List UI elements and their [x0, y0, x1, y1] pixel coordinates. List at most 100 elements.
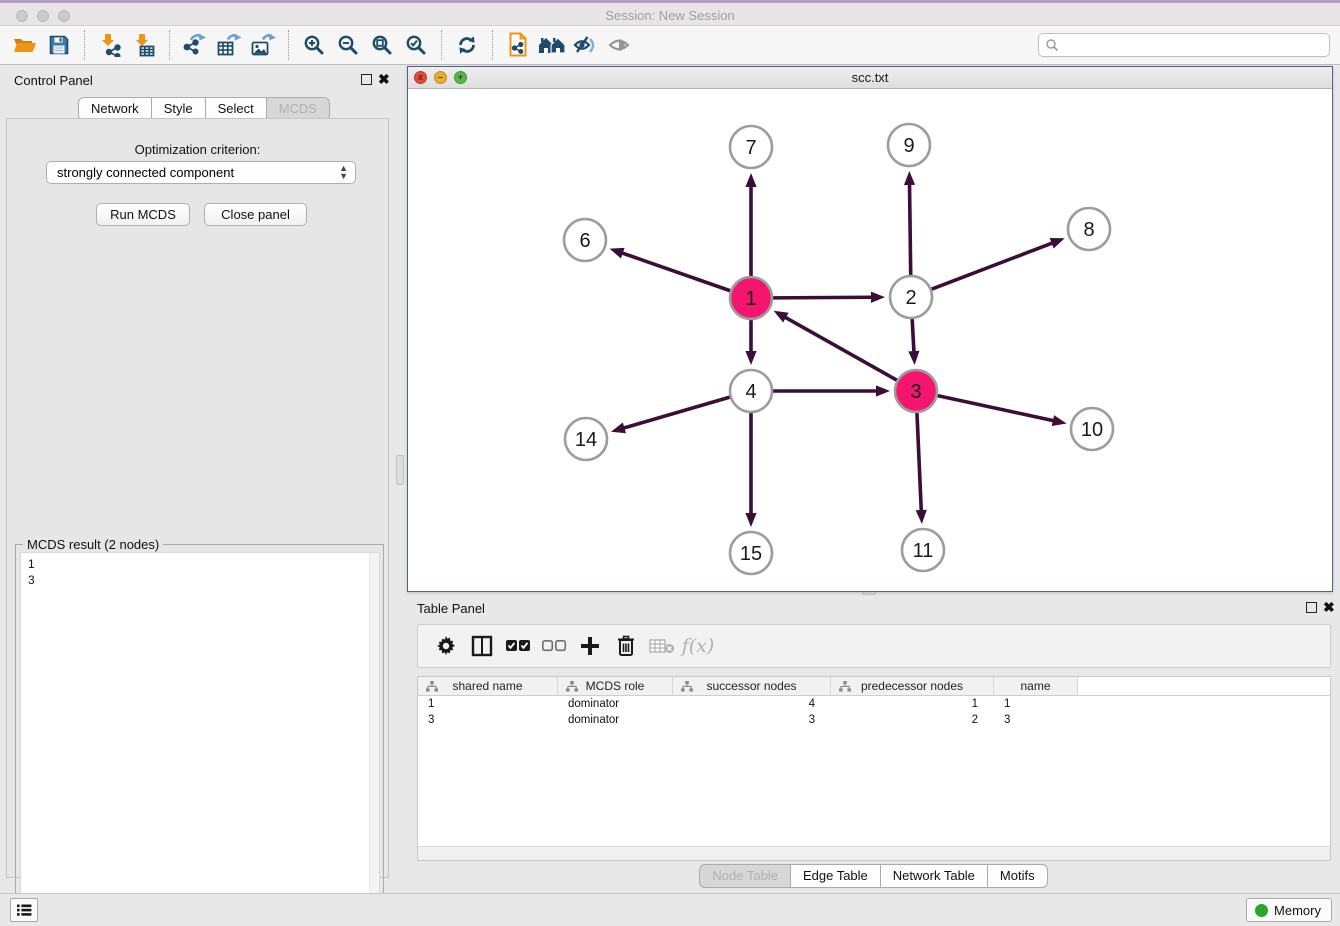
- graph-node-4[interactable]: 4: [730, 370, 772, 412]
- dropdown-stepper-icon: ▲▼: [339, 164, 348, 180]
- zoom-selected-icon[interactable]: [399, 29, 433, 61]
- table-row[interactable]: 1dominator411: [418, 696, 1330, 712]
- graph-node-9[interactable]: 9: [888, 124, 930, 166]
- edge-4-15[interactable]: [745, 413, 756, 527]
- search-input[interactable]: [1059, 36, 1329, 54]
- hide-details-icon[interactable]: [569, 29, 603, 61]
- table-scrollbar-track[interactable]: [418, 846, 1330, 860]
- cell-mcds-role: dominator: [558, 696, 673, 712]
- zoom-in-icon[interactable]: [297, 29, 331, 61]
- column-header-successor-nodes[interactable]: successor nodes: [673, 677, 831, 695]
- open-file-icon[interactable]: [8, 29, 42, 61]
- export-network-icon[interactable]: [178, 29, 212, 61]
- network-canvas[interactable]: 1 2 3 4 6 7 8 9 10 11 14 15: [408, 89, 1332, 591]
- edge-4-3[interactable]: [773, 385, 890, 396]
- node-label: 7: [745, 137, 756, 159]
- edge-2-9[interactable]: [904, 171, 915, 275]
- graph-node-1[interactable]: 1: [730, 277, 772, 319]
- node-label: 10: [1081, 419, 1103, 441]
- vertical-splitter-handle[interactable]: [396, 455, 404, 485]
- export-table-icon[interactable]: [212, 29, 246, 61]
- node-label: 3: [910, 381, 921, 403]
- delete-column-icon[interactable]: [608, 628, 644, 664]
- graph-node-15[interactable]: 15: [730, 532, 772, 574]
- result-scrollbar[interactable]: [369, 553, 379, 919]
- table-tab-network-table[interactable]: Network Table: [881, 864, 988, 888]
- mcds-result-title: MCDS result (2 nodes): [23, 537, 163, 552]
- column-label: name: [1020, 679, 1050, 693]
- export-image-icon[interactable]: [246, 29, 280, 61]
- split-columns-icon[interactable]: [464, 628, 500, 664]
- edge-1-6[interactable]: [610, 248, 731, 291]
- save-session-icon[interactable]: [42, 29, 76, 61]
- column-label: MCDS role: [586, 679, 645, 693]
- import-network-icon[interactable]: [93, 29, 127, 61]
- graph-node-11[interactable]: 11: [902, 529, 944, 571]
- deselect-all-icon[interactable]: [536, 628, 572, 664]
- graph-node-6[interactable]: 6: [564, 219, 606, 261]
- run-mcds-button[interactable]: Run MCDS: [96, 203, 190, 226]
- node-label: 8: [1083, 219, 1094, 241]
- edge-1-4[interactable]: [745, 320, 756, 365]
- network-window-titlebar[interactable]: x – + scc.txt: [408, 67, 1332, 89]
- search-box: [1038, 33, 1330, 57]
- node-label: 11: [913, 540, 934, 562]
- close-panel-icon[interactable]: ✖: [378, 71, 390, 87]
- list-icon: [16, 903, 32, 917]
- table-tabs: Node TableEdge TableNetwork TableMotifs: [407, 864, 1340, 888]
- memory-button[interactable]: Memory: [1246, 898, 1332, 922]
- column-header-mcds-role[interactable]: MCDS role: [558, 677, 673, 695]
- network-from-selection-icon[interactable]: [501, 29, 535, 61]
- float-table-panel-icon[interactable]: [1306, 602, 1317, 613]
- table-row[interactable]: 3dominator323: [418, 712, 1330, 728]
- node-label: 2: [905, 287, 916, 309]
- toolbar-separator: [441, 30, 442, 60]
- edge-4-14[interactable]: [611, 397, 730, 433]
- main-titlebar: Session: New Session: [0, 3, 1340, 26]
- edge-3-1[interactable]: [774, 311, 897, 380]
- table-tab-motifs[interactable]: Motifs: [988, 864, 1048, 888]
- mcds-panel: Optimization criterion: strongly connect…: [6, 118, 389, 878]
- graph-node-3[interactable]: 3: [895, 370, 937, 412]
- refresh-layout-icon[interactable]: [450, 29, 484, 61]
- graph-node-7[interactable]: 7: [730, 126, 772, 168]
- edge-1-2[interactable]: [773, 292, 885, 303]
- graph-node-10[interactable]: 10: [1071, 408, 1113, 450]
- toolbar-separator: [84, 30, 85, 60]
- first-neighbors-icon[interactable]: [535, 29, 569, 61]
- close-panel-button[interactable]: Close panel: [204, 203, 307, 226]
- add-column-icon[interactable]: [572, 628, 608, 664]
- delete-table-icon: [644, 628, 680, 664]
- graph-node-14[interactable]: 14: [565, 418, 607, 460]
- graph-node-2[interactable]: 2: [890, 276, 932, 318]
- close-table-panel-icon[interactable]: ✖: [1323, 599, 1335, 615]
- column-header-predecessor-nodes[interactable]: predecessor nodes: [831, 677, 994, 695]
- show-details-icon[interactable]: [603, 29, 637, 61]
- edge-3-11[interactable]: [916, 413, 927, 524]
- edge-3-10[interactable]: [938, 396, 1067, 426]
- table-tab-node-table[interactable]: Node Table: [699, 864, 791, 888]
- column-header-shared-name[interactable]: shared name: [418, 677, 558, 695]
- mcds-result-list[interactable]: 13: [20, 552, 380, 920]
- task-history-button[interactable]: [10, 898, 38, 922]
- select-all-icon[interactable]: [500, 628, 536, 664]
- edge-2-3[interactable]: [908, 319, 919, 365]
- zoom-fit-icon[interactable]: [365, 29, 399, 61]
- hierarchy-icon: [681, 681, 693, 692]
- edge-2-8[interactable]: [932, 238, 1065, 289]
- toolbar-separator: [288, 30, 289, 60]
- memory-label: Memory: [1274, 903, 1321, 918]
- arrowhead-icon: [871, 292, 885, 303]
- gear-icon[interactable]: [428, 628, 464, 664]
- mcds-result-item[interactable]: 3: [28, 572, 379, 588]
- mcds-result-item[interactable]: 1: [28, 556, 379, 572]
- function-builder-icon: f(x): [680, 628, 716, 664]
- table-tab-edge-table[interactable]: Edge Table: [791, 864, 881, 888]
- graph-node-8[interactable]: 8: [1068, 208, 1110, 250]
- import-table-icon[interactable]: [127, 29, 161, 61]
- column-header-name[interactable]: name: [994, 677, 1078, 695]
- optimization-criterion-select[interactable]: strongly connected component ▲▼: [46, 161, 356, 184]
- float-panel-icon[interactable]: [361, 74, 372, 85]
- zoom-out-icon[interactable]: [331, 29, 365, 61]
- edge-1-7[interactable]: [745, 173, 756, 276]
